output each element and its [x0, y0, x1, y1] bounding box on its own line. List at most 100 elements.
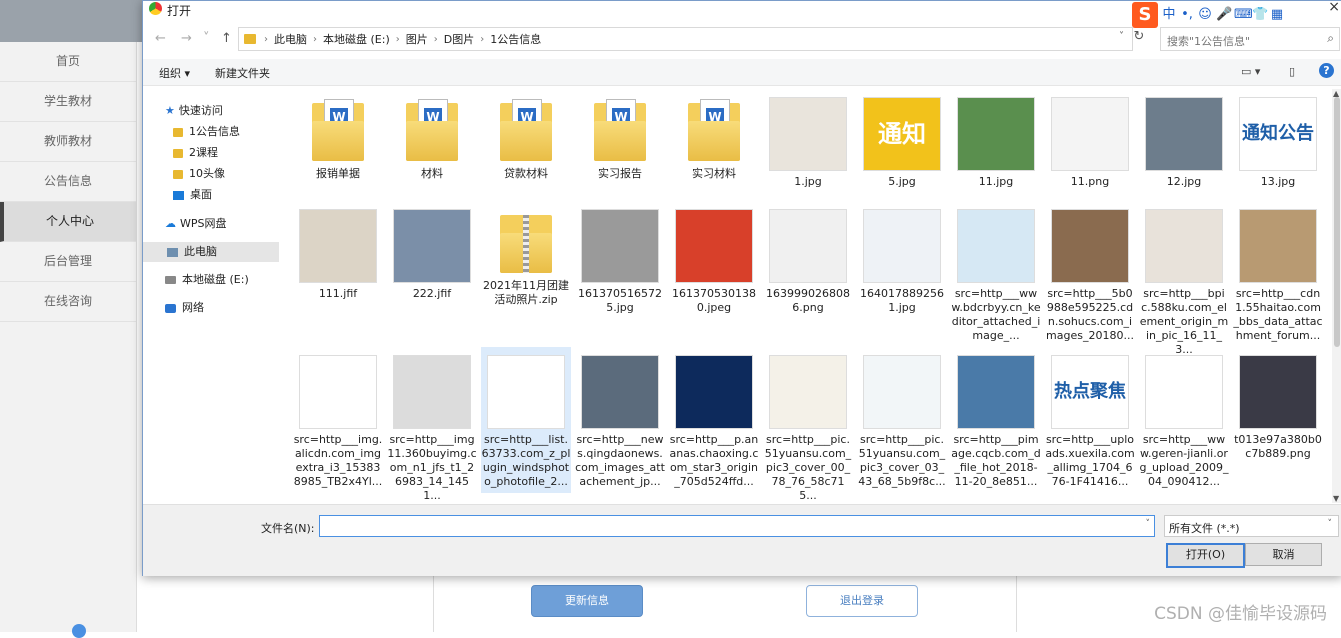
nav-folder-courses[interactable]: 2课程	[173, 143, 218, 163]
file-name: src=http___www.bdcrbyy.cn_keditor_attach…	[951, 287, 1041, 342]
sidebar-item[interactable]: 首页	[0, 42, 136, 82]
new-folder-button[interactable]: 新建文件夹	[215, 65, 270, 81]
image-file-item[interactable]: 11.jpg	[951, 89, 1041, 197]
chevron-down-icon[interactable]: ˅	[1146, 519, 1151, 529]
folder-item[interactable]: W 贷款材料	[481, 89, 571, 197]
emoji-icon[interactable]: ☺	[1198, 8, 1212, 22]
breadcrumb-this-pc[interactable]: 此电脑	[274, 31, 307, 47]
close-icon[interactable]: ×	[1328, 0, 1340, 15]
sidebar-item[interactable]: 公告信息	[0, 162, 136, 202]
filetype-select[interactable]: 所有文件 (*.*) ˅	[1164, 515, 1339, 537]
image-file-item[interactable]: src=http___news.qingdaonews.com_images_a…	[575, 347, 665, 493]
organize-menu[interactable]: 组织 ▾	[159, 65, 190, 81]
image-file-item[interactable]: 1.jpg	[763, 89, 853, 197]
image-file-item[interactable]: src=http___www.geren-jianli.org_upload_2…	[1139, 347, 1229, 493]
folder-icon: W	[312, 99, 364, 161]
image-thumbnail	[1239, 209, 1317, 283]
breadcrumb-d-pictures[interactable]: D图片	[444, 31, 474, 47]
recent-locations-icon[interactable]: ˅	[203, 31, 210, 46]
punctuation-icon[interactable]: •,	[1180, 8, 1194, 22]
help-icon[interactable]: ?	[1319, 63, 1334, 78]
image-file-item[interactable]: src=http___pic.51yuansu.com_pic3_cover_0…	[763, 347, 853, 502]
nav-folder-announcements[interactable]: 1公告信息	[173, 122, 240, 142]
microphone-icon[interactable]: 🎤	[1216, 8, 1232, 22]
image-file-item[interactable]: 热点聚焦 src=http___uploads.xuexila.com_allim…	[1045, 347, 1135, 493]
sidebar-item[interactable]: 后台管理	[0, 242, 136, 282]
folder-icon: W	[594, 99, 646, 161]
search-icon[interactable]: ⌕	[1327, 31, 1334, 46]
nav-folder-avatars[interactable]: 10头像	[173, 164, 225, 184]
network-icon	[165, 303, 176, 313]
cancel-button[interactable]: 取消	[1245, 543, 1322, 566]
grid-icon[interactable]: ▦	[1270, 8, 1284, 22]
folder-item[interactable]: W 实习材料	[669, 89, 759, 197]
image-file-item[interactable]: src=http___www.bdcrbyy.cn_keditor_attach…	[951, 201, 1041, 343]
scroll-down-icon[interactable]: ▼	[1333, 494, 1339, 503]
image-thumbnail: 通知	[863, 97, 941, 171]
zip-item[interactable]: 2021年11月团建活动照片.zip	[481, 201, 571, 343]
filename-input[interactable]: ˅	[319, 515, 1155, 537]
sidebar-item[interactable]: 教师教材	[0, 122, 136, 162]
image-file-item[interactable]: 1613705165725.jpg	[575, 201, 665, 343]
folder-item[interactable]: W 材料	[387, 89, 477, 197]
keyboard-icon[interactable]: ⌨	[1234, 8, 1253, 22]
forward-arrow-icon[interactable]: →	[181, 31, 192, 46]
preview-pane-icon[interactable]: ▯	[1289, 65, 1295, 78]
image-file-item[interactable]: 1639990268086.png	[763, 201, 853, 343]
folder-item[interactable]: W 实习报告	[575, 89, 665, 197]
image-file-item[interactable]: 11.png	[1045, 89, 1135, 197]
image-thumbnail	[393, 209, 471, 283]
image-thumbnail	[769, 209, 847, 283]
image-file-item[interactable]: 1640178892561.jpg	[857, 201, 947, 343]
file-name: src=http___img11.360buyimg.com_n1_jfs_t1…	[387, 433, 477, 502]
image-file-item[interactable]: src=http___img11.360buyimg.com_n1_jfs_t1…	[387, 347, 477, 502]
image-file-item[interactable]: src=http___p.ananas.chaoxing.com_star3_o…	[669, 347, 759, 493]
chevron-down-icon[interactable]: ˅	[1119, 31, 1124, 42]
clothes-icon[interactable]: 👕	[1252, 8, 1268, 22]
image-file-item[interactable]: src=http___cdn1.55haitao.com_bbs_data_at…	[1233, 201, 1323, 343]
update-info-button[interactable]: 更新信息	[531, 585, 643, 617]
sidebar-item[interactable]: 个人中心	[0, 202, 136, 242]
image-file-item[interactable]: 通知公告 13.jpg	[1233, 89, 1323, 197]
logout-button[interactable]: 退出登录	[806, 585, 918, 617]
image-file-item[interactable]: 1613705301380.jpeg	[669, 201, 759, 343]
scroll-thumb[interactable]	[1334, 97, 1340, 347]
sidebar-item[interactable]: 学生教材	[0, 82, 136, 122]
image-file-item[interactable]: src=http___img.alicdn.com_imgextra_i3_15…	[293, 347, 383, 493]
nav-wps-cloud[interactable]: ☁ WPS网盘	[165, 214, 227, 234]
breadcrumb-drive[interactable]: 本地磁盘 (E:)	[323, 31, 390, 47]
nav-desktop[interactable]: 桌面	[173, 185, 212, 205]
back-arrow-icon[interactable]: ←	[155, 31, 166, 46]
image-file-item[interactable]: 111.jfif	[293, 201, 383, 343]
up-arrow-icon[interactable]: ↑	[221, 31, 232, 46]
file-name: 11.png	[1070, 175, 1110, 188]
image-thumbnail	[1051, 209, 1129, 283]
file-name: 1.jpg	[794, 175, 822, 188]
nav-network[interactable]: 网络	[165, 298, 204, 318]
open-button[interactable]: 打开(O)	[1166, 543, 1245, 568]
breadcrumb-current[interactable]: 1公告信息	[490, 31, 541, 47]
folder-item[interactable]: W 报销单据	[293, 89, 383, 197]
image-file-item[interactable]: src=http___5b0988e595225.cdn.sohucs.com_…	[1045, 201, 1135, 343]
vertical-scrollbar[interactable]: ▲ ▼	[1332, 89, 1341, 503]
image-thumbnail	[1051, 97, 1129, 171]
image-file-item[interactable]: src=http___pic.51yuansu.com_pic3_cover_0…	[857, 347, 947, 493]
image-file-item[interactable]: src=http___list.63733.com_z_plugin_winds…	[481, 347, 571, 493]
image-file-item[interactable]: 12.jpg	[1139, 89, 1229, 197]
sidebar-item[interactable]: 在线咨询	[0, 282, 136, 322]
nav-local-drive[interactable]: 本地磁盘 (E:)	[165, 270, 249, 290]
image-file-item[interactable]: 通知 5.jpg	[857, 89, 947, 197]
image-file-item[interactable]: t013e97a380b0c7b889.png	[1233, 347, 1323, 493]
search-input[interactable]: 搜索"1公告信息" ⌕	[1160, 27, 1340, 51]
address-bar[interactable]: › 此电脑 › 本地磁盘 (E:) › 图片 › D图片 › 1公告信息 ˅	[238, 27, 1133, 51]
chinese-mode-icon[interactable]: 中	[1162, 8, 1176, 22]
refresh-icon[interactable]: ↻	[1129, 29, 1149, 44]
image-file-item[interactable]: src=http___pimage.cqcb.com_d_file_hot_20…	[951, 347, 1041, 493]
nav-quick-access[interactable]: ★ 快速访问	[165, 101, 223, 121]
image-file-item[interactable]: 222.jfif	[387, 201, 477, 343]
image-thumbnail	[1145, 97, 1223, 171]
view-options-icon[interactable]: ▭ ▾	[1241, 65, 1260, 78]
image-file-item[interactable]: src=http___bpic.588ku.com_element_origin…	[1139, 201, 1229, 356]
nav-this-pc[interactable]: 此电脑	[143, 242, 279, 262]
breadcrumb-pictures[interactable]: 图片	[406, 31, 428, 47]
